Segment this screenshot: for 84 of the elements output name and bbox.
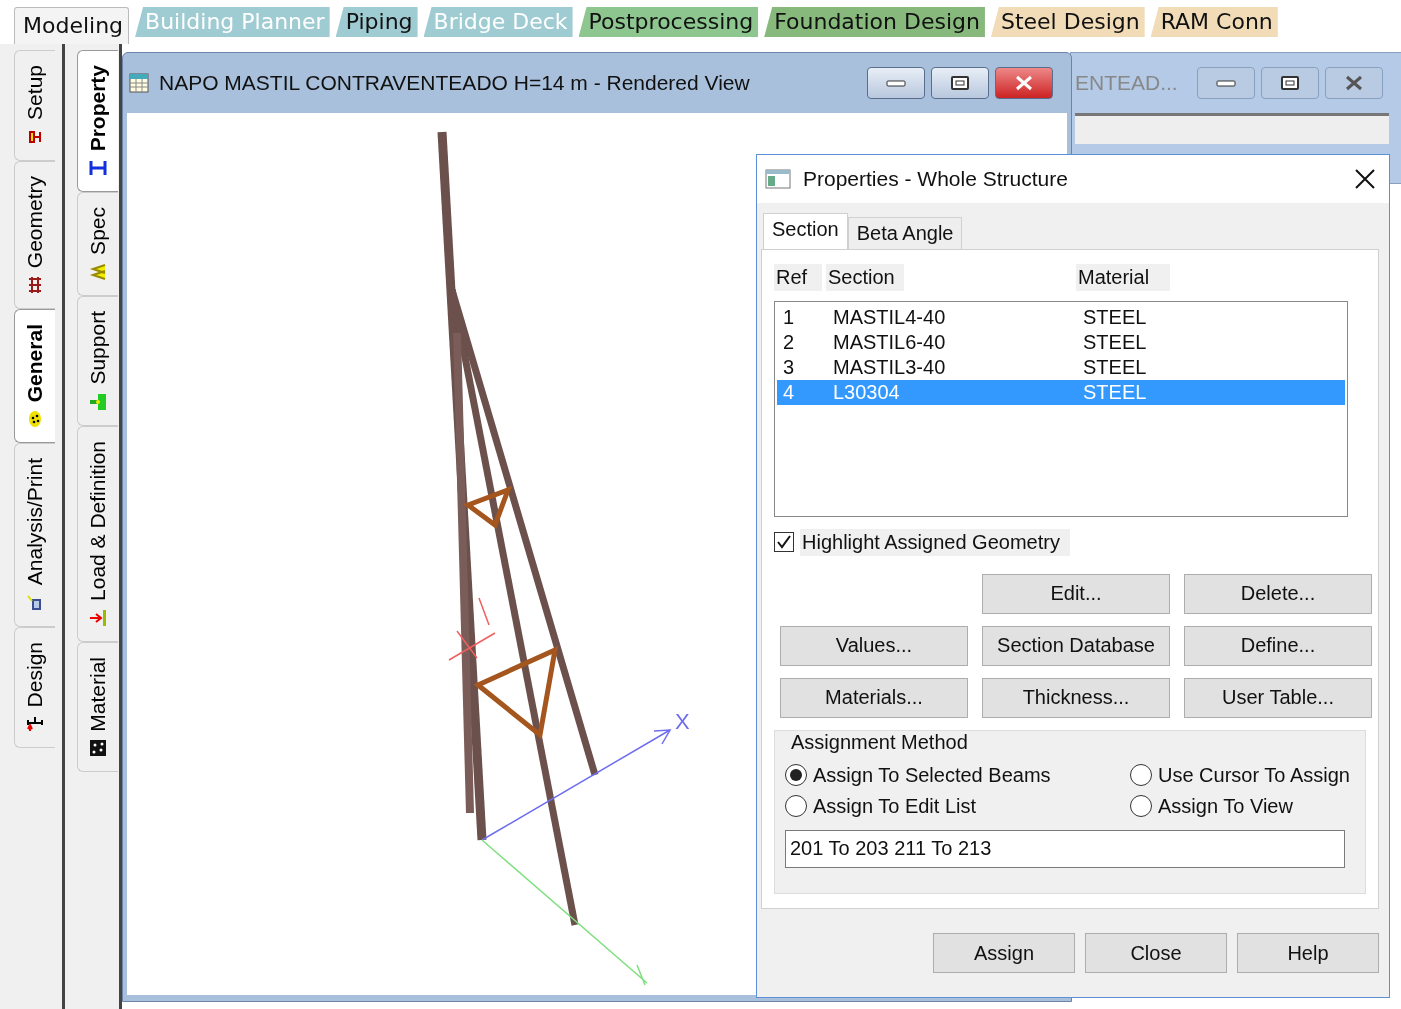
list-cell-text: 1 [782,305,796,330]
side-tab[interactable]: Setup [14,50,55,161]
button[interactable]: User Table... [1184,677,1372,718]
side-tab[interactable]: General [14,309,55,444]
button[interactable]: Values... [780,625,968,666]
side-tab[interactable]: Analysis/Print [14,443,55,627]
minimize-icon [885,78,907,88]
ribbon-tab[interactable]: Foundation Design [764,7,985,37]
side-tab[interactable]: Support [76,296,118,426]
column-header[interactable]: Ref [774,264,822,291]
close-icon [1013,75,1035,91]
column-header[interactable]: Material [1076,264,1170,291]
button[interactable]: Thickness... [982,677,1170,718]
material-icon [88,739,107,758]
ribbon-tab[interactable]: RAM Conn [1150,7,1278,37]
ribbon-tab[interactable]: Postprocessing [578,7,759,37]
list-cell-text: STEEL [1083,330,1148,355]
radio-option[interactable]: Assign To View [1130,794,1360,818]
list-row[interactable]: 1 MASTIL4-40 STEEL [777,305,1345,330]
window-title: ENTEAD... [1074,71,1179,95]
list-cell-text: STEEL [1083,355,1148,380]
minimize-button[interactable] [1197,67,1255,99]
side-tab[interactable]: Geometry [14,160,55,310]
axis-marker [448,597,496,661]
support-icon [88,392,107,411]
button[interactable]: Define... [1184,625,1372,666]
side-tab[interactable]: Design [14,626,55,748]
button[interactable]: Assign [933,933,1075,973]
maximize-icon [950,75,970,91]
box-icon [26,593,44,612]
button[interactable]: Delete... [1184,573,1372,614]
edit-list-field[interactable]: 201 To 203 211 To 213 [785,829,1345,868]
side-tab[interactable]: Property [76,50,118,193]
check-icon [776,534,792,551]
button[interactable]: Materials... [780,677,968,718]
column-header[interactable]: Section [826,264,904,291]
list-row[interactable]: 3 MASTIL3-40 STEEL [777,355,1345,380]
tab[interactable]: Section [763,213,848,249]
design-icon [26,714,44,733]
blob-icon [26,410,44,429]
window-title: NAPO MASTIL CONTRAVENTEADO H=14 m - Rendered View [159,71,751,95]
i-beam-icon [88,159,107,178]
checkbox[interactable] [774,532,794,553]
checkbox-label: Highlight Assigned Geometry [800,528,1070,556]
button[interactable]: Section Database [982,625,1170,666]
radio-option[interactable]: Use Cursor To Assign [1130,763,1360,787]
list-cell-text: 4 [782,380,796,405]
frame-icon [26,276,44,295]
maximize-button[interactable] [1261,67,1319,99]
close-icon [1354,168,1376,190]
window-icon [765,169,791,189]
list-cell-text: STEEL [1083,380,1148,405]
maximize-icon [1280,75,1300,91]
radio-option[interactable]: Assign To Selected Beams [785,763,1130,787]
button[interactable]: Help [1237,933,1379,973]
list-cell-text: MASTIL4-40 [833,305,947,330]
button[interactable]: Edit... [982,573,1170,614]
maximize-button[interactable] [931,67,989,99]
side-tab[interactable]: Material [76,641,118,773]
list-cell-text: STEEL [1083,305,1148,330]
table-icon [129,73,149,93]
list-cell-text: L30304 [833,380,901,405]
radio-option[interactable]: Assign To Edit List [785,794,1130,818]
list-cell-text: 2 [782,330,796,355]
side-tab[interactable]: Load & Definition [76,425,118,642]
side-tab[interactable]: Spec [76,192,118,297]
minimize-icon [1215,78,1237,88]
axis-label: X [675,709,690,735]
ribbon-tab[interactable]: Modeling [14,6,130,44]
close-icon [1343,75,1365,91]
ribbon-tab[interactable]: Piping [335,7,418,37]
dialog-title: Properties - Whole Structure [803,167,1069,191]
spec-icon [88,263,107,282]
tab[interactable]: Beta Angle [847,217,963,249]
list-cell-text: MASTIL6-40 [833,330,947,355]
ribbon-tab[interactable]: Steel Design [990,7,1145,37]
list-cell-text: MASTIL3-40 [833,355,947,380]
section-list[interactable]: 1 MASTIL4-40 STEEL 2 MASTIL6-40 STEEL 3 MASTIL3-40 STEEL 4 L30304 STEEL [774,301,1348,517]
group-title: Assignment Method [790,730,969,754]
button[interactable]: Close [1085,933,1227,973]
minimize-button[interactable] [867,67,925,99]
list-cell-text: 3 [782,355,796,380]
load-icon [88,608,107,627]
list-row[interactable]: 2 MASTIL6-40 STEEL [777,330,1345,355]
